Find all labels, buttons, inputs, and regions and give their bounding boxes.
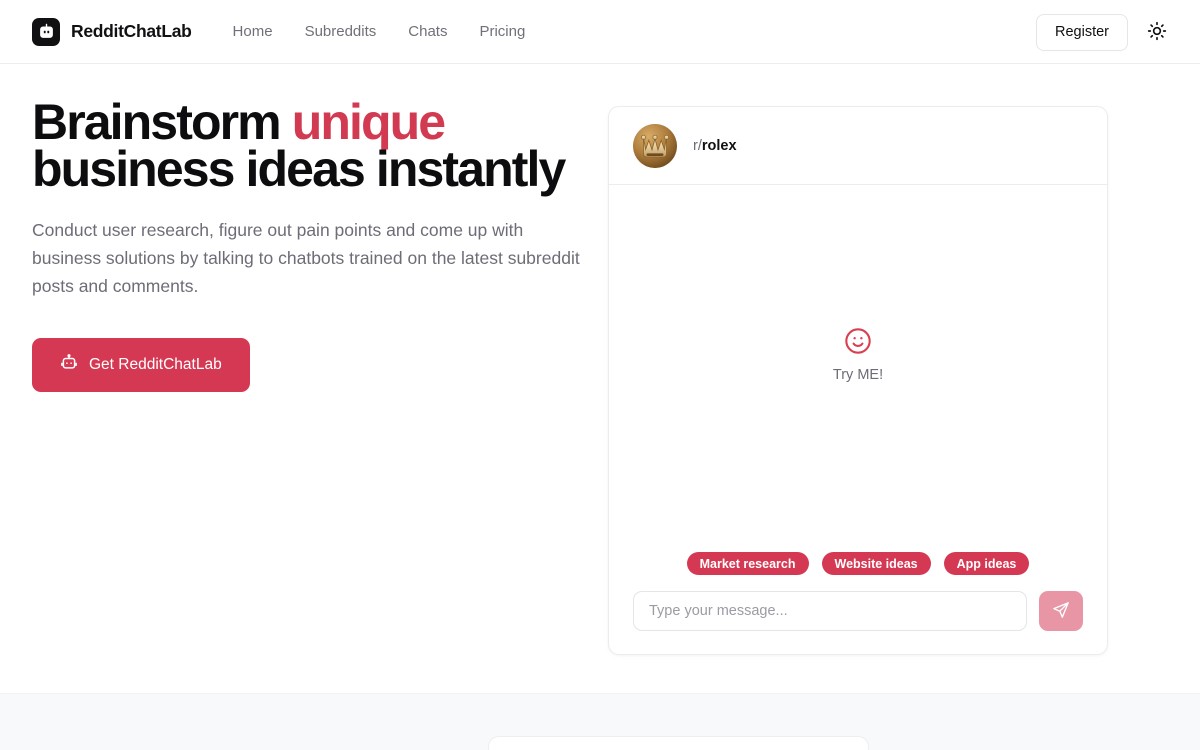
get-redditchatlab-button[interactable]: Get RedditChatLab xyxy=(32,338,250,392)
chip-website-ideas[interactable]: Website ideas xyxy=(821,552,931,575)
sun-icon xyxy=(1147,21,1167,44)
nav-item-subreddits[interactable]: Subreddits xyxy=(305,23,377,40)
send-message-button[interactable] xyxy=(1039,591,1083,631)
chat-empty-state: Try ME! xyxy=(833,327,883,383)
landing-page: RedditChatLab Home Subreddits Chats Pric… xyxy=(0,0,1200,750)
chat-card-header: r/rolex xyxy=(609,107,1107,185)
main-nav: Home Subreddits Chats Pricing xyxy=(233,23,526,40)
page-title: Brainstorm unique business ideas instant… xyxy=(32,97,592,194)
cta-label: Get RedditChatLab xyxy=(89,356,222,373)
subreddit-label: r/rolex xyxy=(693,138,737,154)
chat-messages-area: Try ME! xyxy=(609,185,1107,552)
headline-part-2: business ideas instantly xyxy=(32,141,566,197)
hero-subtext: Conduct user research, figure out pain p… xyxy=(32,220,580,296)
hero-content: Brainstorm unique business ideas instant… xyxy=(32,97,592,392)
theme-toggle-button[interactable] xyxy=(1142,17,1172,47)
message-composer xyxy=(609,591,1107,654)
chip-market-research[interactable]: Market research xyxy=(686,552,809,575)
header-actions: Register xyxy=(1036,0,1172,64)
brand-name: RedditChatLab xyxy=(71,21,192,41)
suggestion-chips: Market research Website ideas App ideas xyxy=(609,552,1107,575)
message-input[interactable] xyxy=(633,591,1027,631)
subreddit-prefix: r/ xyxy=(693,137,702,154)
rolex-crown-avatar xyxy=(633,123,677,168)
subreddit-name: rolex xyxy=(701,137,737,154)
register-button[interactable]: Register xyxy=(1036,13,1128,51)
chat-preview-card: r/rolex Try ME! Market research Website … xyxy=(608,106,1108,655)
bot-icon xyxy=(60,353,78,377)
bot-icon xyxy=(32,17,60,46)
nav-item-pricing[interactable]: Pricing xyxy=(479,23,525,40)
send-paper-plane-icon xyxy=(1052,601,1070,622)
next-section xyxy=(0,693,1200,750)
chip-app-ideas[interactable]: App ideas xyxy=(943,552,1030,575)
nav-item-home[interactable]: Home xyxy=(233,23,273,40)
chat-empty-state-label: Try ME! xyxy=(832,366,884,383)
site-header: RedditChatLab Home Subreddits Chats Pric… xyxy=(0,0,1200,64)
brand[interactable]: RedditChatLab xyxy=(32,17,192,46)
next-section-card xyxy=(488,736,869,750)
nav-item-chats[interactable]: Chats xyxy=(408,23,447,40)
smiley-icon xyxy=(844,327,872,360)
